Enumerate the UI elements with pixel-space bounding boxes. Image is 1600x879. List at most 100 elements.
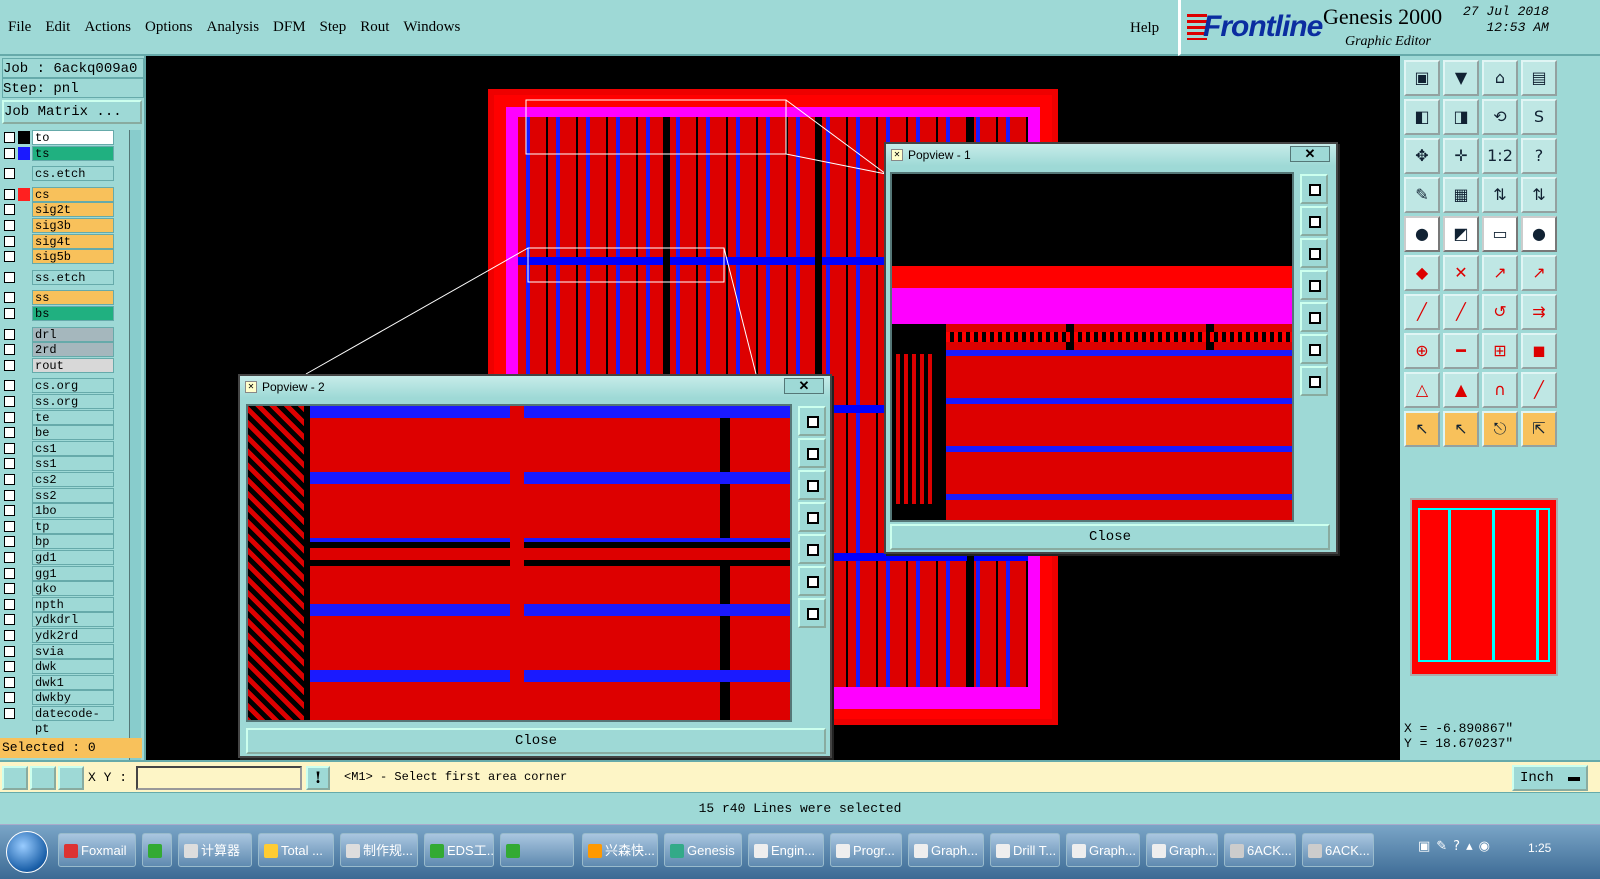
menu-options[interactable]: Options — [145, 19, 193, 36]
layer-row[interactable]: ss.etch — [0, 269, 136, 285]
layer-color-swatch[interactable] — [18, 187, 30, 201]
taskbar-item[interactable]: 制作规... — [340, 833, 418, 867]
home-icon[interactable]: ⌂ — [1482, 60, 1518, 96]
tray-icons[interactable]: ▣✎?▴◉ — [1418, 839, 1496, 854]
layer-checkbox[interactable] — [4, 292, 15, 304]
layer-color-swatch[interactable] — [18, 359, 30, 372]
window-icon[interactable]: ▤ — [1521, 60, 1557, 96]
layer-checkbox[interactable] — [4, 458, 15, 470]
layer-name[interactable]: ss.etch — [32, 269, 114, 285]
layer-color-swatch[interactable] — [18, 535, 30, 548]
layer-name[interactable]: cs.org — [32, 378, 114, 394]
popview-1-canvas[interactable] — [890, 172, 1294, 522]
layer-name[interactable]: cs1 — [32, 440, 114, 456]
layer-checkbox[interactable] — [4, 583, 15, 595]
layer-name[interactable]: ss.org — [32, 394, 114, 409]
layer-checkbox[interactable] — [4, 427, 15, 439]
layer-name[interactable]: cs2 — [32, 472, 114, 487]
layer-name[interactable]: sig3b — [32, 218, 114, 233]
layer-row[interactable]: sig3b — [0, 218, 136, 233]
taskbar-item[interactable]: Progr... — [830, 833, 902, 867]
layer-checkbox[interactable] — [4, 251, 15, 263]
layer-checkbox[interactable] — [4, 380, 15, 392]
snap-left-icon[interactable]: ◧ — [1404, 99, 1440, 135]
layer-row[interactable]: datecode-pt — [0, 706, 136, 736]
layer-name[interactable]: sig2t — [32, 202, 114, 218]
popview-1-close-icon[interactable]: ✕ — [1290, 146, 1330, 162]
layer-color-swatch[interactable] — [18, 660, 30, 673]
layer-checkbox[interactable] — [4, 661, 15, 673]
layer-color-swatch[interactable] — [18, 343, 30, 356]
open-icon[interactable]: ▣ — [1404, 60, 1440, 96]
taskbar-item[interactable]: Graph... — [1146, 833, 1218, 867]
snap-icon[interactable] — [2, 766, 28, 790]
measure-icon[interactable] — [30, 766, 56, 790]
xy-input[interactable] — [136, 766, 302, 790]
layer-row[interactable]: ts — [0, 145, 136, 161]
layer-name[interactable]: sig5b — [32, 249, 114, 265]
layer-checkbox[interactable] — [4, 645, 15, 657]
layer-row[interactable]: cs2 — [0, 472, 136, 487]
layer-checkbox[interactable] — [4, 344, 15, 356]
layer-color-swatch[interactable] — [18, 473, 30, 486]
snap-right-icon[interactable]: ◨ — [1443, 99, 1479, 135]
layer-row[interactable]: te — [0, 409, 136, 425]
layer-checkbox[interactable] — [4, 474, 15, 485]
taskbar-item[interactable]: 兴森快... — [582, 833, 658, 867]
layer-name[interactable]: gg1 — [32, 565, 114, 581]
layer-checkbox[interactable] — [4, 235, 15, 247]
ruler-icon[interactable]: ▭ — [1482, 216, 1518, 252]
layer-color-swatch[interactable] — [18, 442, 30, 455]
menu-help[interactable]: Help — [1130, 20, 1159, 37]
layer-color-swatch[interactable] — [18, 567, 30, 580]
arch-icon[interactable]: ∩ — [1482, 372, 1518, 408]
popview-zoom-icon[interactable] — [798, 406, 826, 436]
select-icon[interactable]: ● — [1404, 216, 1440, 252]
layer-name[interactable]: gko — [32, 581, 114, 597]
resize-icon[interactable]: ⊕ — [1404, 333, 1440, 369]
layer-checkbox[interactable] — [4, 505, 15, 517]
layer-color-swatch[interactable] — [18, 291, 30, 304]
cross-icon[interactable]: ✕ — [1443, 255, 1479, 291]
job-matrix-button[interactable]: Job Matrix ... — [2, 100, 142, 124]
layer-name[interactable]: drl — [32, 326, 114, 342]
layer-name[interactable]: cs — [32, 186, 114, 202]
popview-zoom-out-icon[interactable] — [1300, 334, 1328, 364]
layer-color-swatch[interactable] — [18, 582, 30, 595]
pointer-alt-icon[interactable]: ↖ — [1443, 411, 1479, 447]
draw-icon[interactable]: ◩ — [1443, 216, 1479, 252]
taskbar-item[interactable]: 6ACK... — [1224, 833, 1296, 867]
layer-checkbox[interactable] — [4, 220, 15, 231]
pointer-select-icon[interactable]: ⎋ — [1482, 411, 1518, 447]
step-icon[interactable]: ⟲ — [1482, 99, 1518, 135]
overview-map[interactable] — [1410, 498, 1558, 676]
units-select[interactable]: Inch — [1512, 765, 1588, 791]
taskbar-item[interactable]: Engin... — [748, 833, 824, 867]
layer-checkbox[interactable] — [4, 132, 15, 143]
layer-color-swatch[interactable] — [18, 629, 30, 642]
split-icon[interactable]: ━ — [1443, 333, 1479, 369]
layer-stack-alt-icon[interactable]: ⇅ — [1521, 177, 1557, 213]
taskbar-item[interactable]: Drill T... — [990, 833, 1060, 867]
layer-checkbox[interactable] — [4, 396, 15, 407]
layer-name[interactable]: npth — [32, 596, 114, 612]
layer-row[interactable]: ss2 — [0, 487, 136, 503]
layer-row[interactable]: 2rd — [0, 342, 136, 358]
layer-color-swatch[interactable] — [18, 598, 30, 611]
layer-checkbox[interactable] — [4, 520, 15, 532]
taskbar-item[interactable] — [142, 833, 172, 867]
layer-row[interactable]: bp — [0, 534, 136, 550]
layer-name[interactable]: 2rd — [32, 342, 114, 358]
layer-checkbox[interactable] — [4, 614, 15, 626]
layer-name[interactable]: dwk — [32, 659, 114, 675]
layer-color-swatch[interactable] — [18, 328, 30, 341]
layer-name[interactable]: 1bo — [32, 503, 114, 519]
zoom-center-icon[interactable]: ✛ — [1443, 138, 1479, 174]
layer-color-swatch[interactable] — [18, 167, 30, 180]
layer-name[interactable]: ts — [32, 145, 114, 161]
layer-name[interactable]: gd1 — [32, 550, 114, 565]
layer-name[interactable]: dwkby — [32, 690, 114, 706]
layer-checkbox[interactable] — [4, 692, 15, 704]
popview-pan-right-icon[interactable] — [798, 534, 826, 564]
layer-row[interactable]: ydk2rd — [0, 628, 136, 643]
